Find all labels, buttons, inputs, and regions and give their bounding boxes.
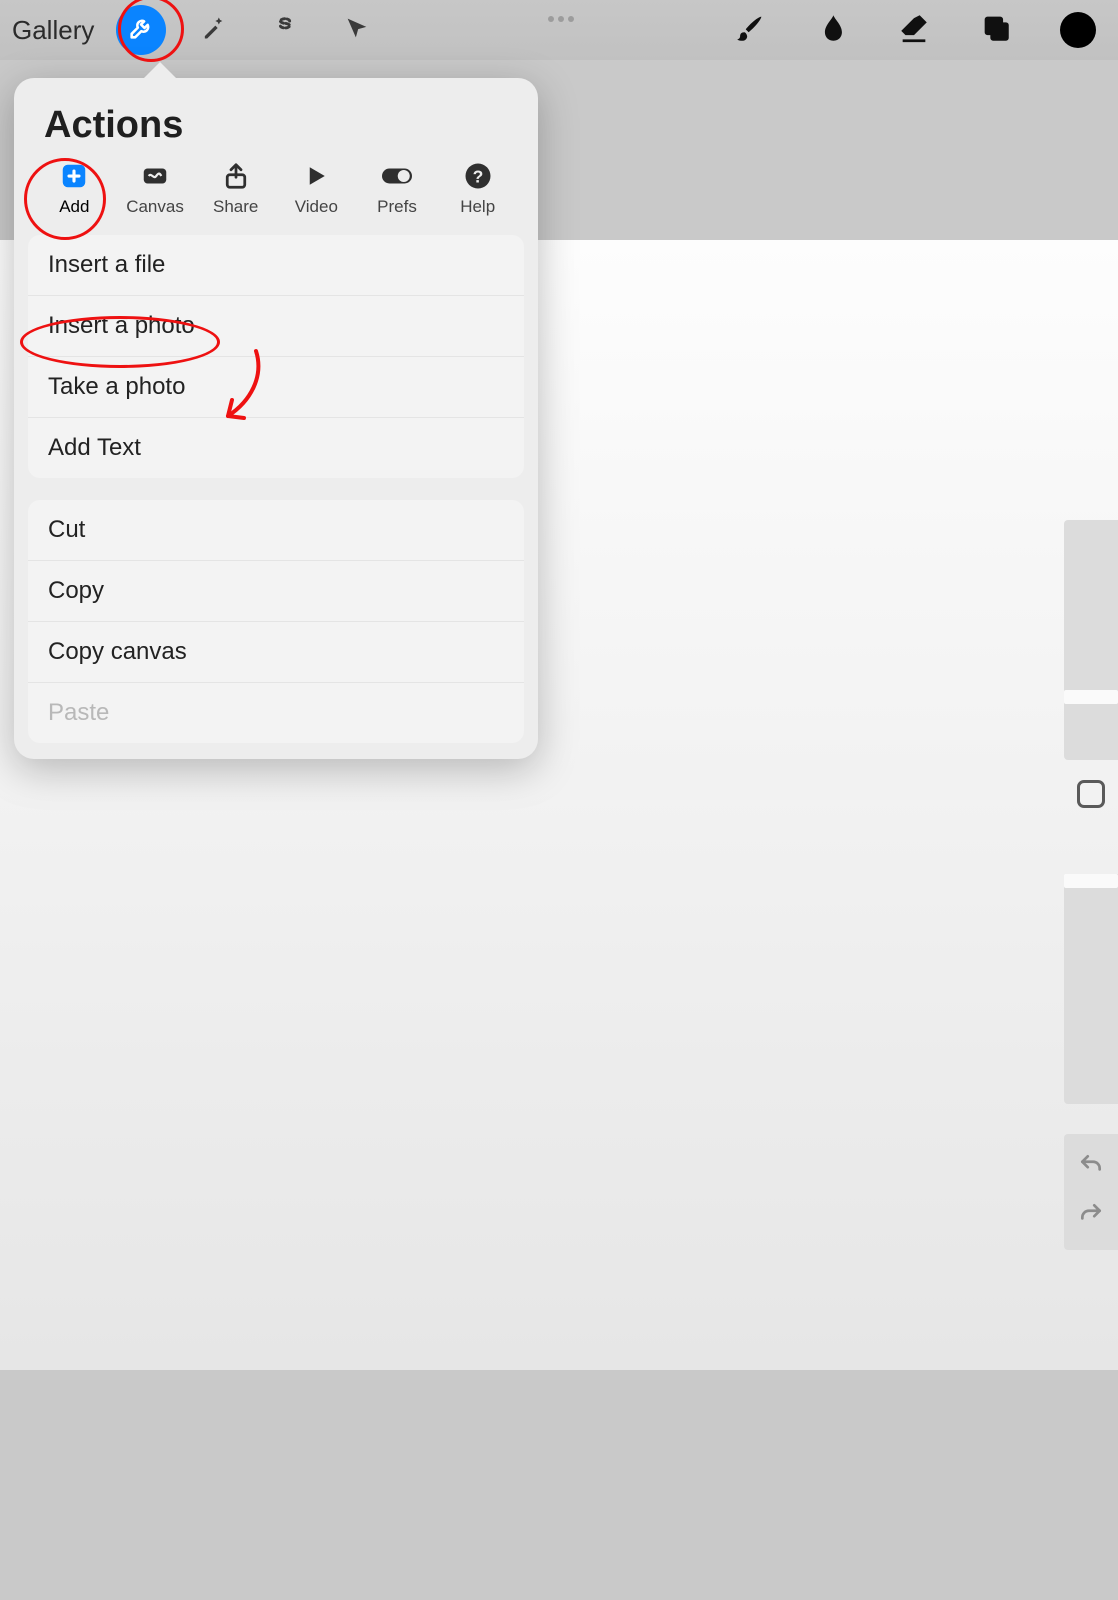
layers-icon [979,11,1013,50]
toolbar-right-group [732,12,1106,48]
cursor-arrow-icon [343,14,371,47]
color-swatch-button[interactable] [1060,12,1096,48]
smudge-icon [815,11,849,50]
share-icon [221,161,251,191]
menu-copy-canvas[interactable]: Copy canvas [28,621,524,682]
help-icon: ? [463,161,493,191]
adjustments-wand-button[interactable] [188,5,238,55]
actions-tab-row: Add Canvas Share Video Prefs [14,157,538,235]
brush-tool-button[interactable] [732,12,768,48]
undo-button[interactable] [1078,1152,1104,1183]
canvas-icon [140,161,170,191]
tab-label: Prefs [377,197,417,217]
slider-thumb[interactable] [1064,874,1118,888]
tab-canvas[interactable]: Canvas [115,161,196,217]
brush-size-slider[interactable] [1064,520,1118,760]
tab-label: Canvas [126,197,184,217]
redo-button[interactable] [1078,1201,1104,1232]
brush-opacity-slider[interactable] [1064,874,1118,1104]
menu-paste: Paste [28,682,524,743]
menu-insert-file[interactable]: Insert a file [28,235,524,295]
menu-group-clipboard: Cut Copy Copy canvas Paste [28,500,524,743]
popover-title: Actions [14,78,538,157]
eraser-icon [897,11,931,50]
smudge-tool-button[interactable] [814,12,850,48]
play-icon [301,161,331,191]
selection-s-button[interactable] [260,5,310,55]
modify-indicator [548,16,574,22]
actions-menu-list: Insert a file Insert a photo Take a phot… [14,235,538,743]
tab-label: Help [460,197,495,217]
tab-add[interactable]: Add [34,161,115,217]
menu-insert-photo[interactable]: Insert a photo [28,295,524,356]
wrench-icon [127,14,155,47]
menu-group-insert: Insert a file Insert a photo Take a phot… [28,235,524,478]
layers-button[interactable] [978,12,1014,48]
tab-video[interactable]: Video [276,161,357,217]
right-sidebar [1064,520,1118,1250]
top-toolbar: Gallery [0,0,1118,60]
selection-icon [271,14,299,47]
modify-picker-button[interactable] [1077,780,1105,808]
menu-copy[interactable]: Copy [28,560,524,621]
menu-cut[interactable]: Cut [28,500,524,560]
wand-icon [199,14,227,47]
gallery-button[interactable]: Gallery [12,15,94,46]
brush-icon [733,11,767,50]
tab-label: Share [213,197,258,217]
tab-help[interactable]: ? Help [437,161,518,217]
menu-add-text[interactable]: Add Text [28,417,524,478]
svg-text:?: ? [472,166,483,186]
undo-redo-group [1064,1134,1118,1250]
toolbar-left-group: Gallery [12,5,382,55]
slider-thumb[interactable] [1064,690,1118,704]
toggle-icon [382,161,412,191]
transform-arrow-button[interactable] [332,5,382,55]
actions-popover: Actions Add Canvas Share Video [14,78,538,759]
add-icon [59,161,89,191]
tab-prefs[interactable]: Prefs [357,161,438,217]
tab-share[interactable]: Share [195,161,276,217]
tab-label: Video [295,197,338,217]
actions-wrench-button[interactable] [116,5,166,55]
eraser-tool-button[interactable] [896,12,932,48]
menu-take-photo[interactable]: Take a photo [28,356,524,417]
tab-label: Add [59,197,89,217]
